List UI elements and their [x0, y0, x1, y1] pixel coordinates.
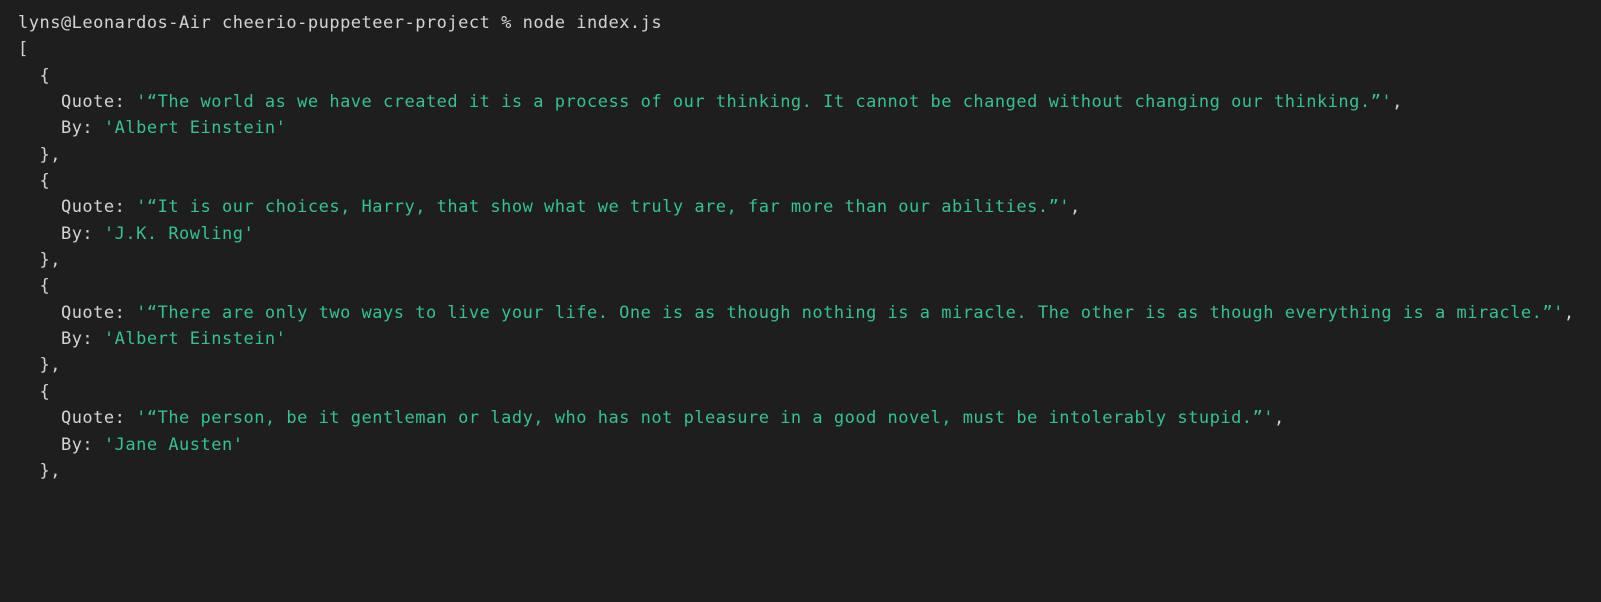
prompt-sep: % [490, 13, 522, 33]
comma-quote-2: , [1564, 303, 1575, 323]
array-open: [ [18, 39, 29, 59]
object-open-2: { [18, 276, 50, 296]
value-by-0: 'Albert Einstein' [104, 118, 287, 138]
key-quote-1: Quote: [18, 197, 136, 217]
key-quote-3: Quote: [18, 408, 136, 428]
key-quote-0: Quote: [18, 92, 136, 112]
command-text: node index.js [523, 13, 663, 33]
value-by-2: 'Albert Einstein' [104, 329, 287, 349]
value-quote-2: '“There are only two ways to live your l… [136, 303, 1564, 323]
prompt-dir: cheerio-puppeteer-project [222, 13, 490, 33]
prompt-space [211, 13, 222, 33]
prompt-user: lyns@Leonardos-Air [18, 13, 211, 33]
value-by-3: 'Jane Austen' [104, 435, 244, 455]
value-quote-0: '“The world as we have created it is a p… [136, 92, 1392, 112]
object-close-1: }, [18, 250, 61, 270]
object-open-0: { [18, 66, 50, 86]
object-close-0: }, [18, 145, 61, 165]
object-close-3: }, [18, 461, 61, 481]
comma-quote-3: , [1274, 408, 1285, 428]
key-quote-2: Quote: [18, 303, 136, 323]
object-close-2: }, [18, 355, 61, 375]
value-by-1: 'J.K. Rowling' [104, 224, 254, 244]
key-by-2: By: [18, 329, 104, 349]
terminal-output[interactable]: lyns@Leonardos-Air cheerio-puppeteer-pro… [18, 10, 1583, 484]
value-quote-3: '“The person, be it gentleman or lady, w… [136, 408, 1274, 428]
key-by-1: By: [18, 224, 104, 244]
value-quote-1: '“It is our choices, Harry, that show wh… [136, 197, 1070, 217]
object-open-3: { [18, 382, 50, 402]
comma-quote-1: , [1070, 197, 1081, 217]
key-by-0: By: [18, 118, 104, 138]
key-by-3: By: [18, 435, 104, 455]
comma-quote-0: , [1392, 92, 1403, 112]
object-open-1: { [18, 171, 50, 191]
